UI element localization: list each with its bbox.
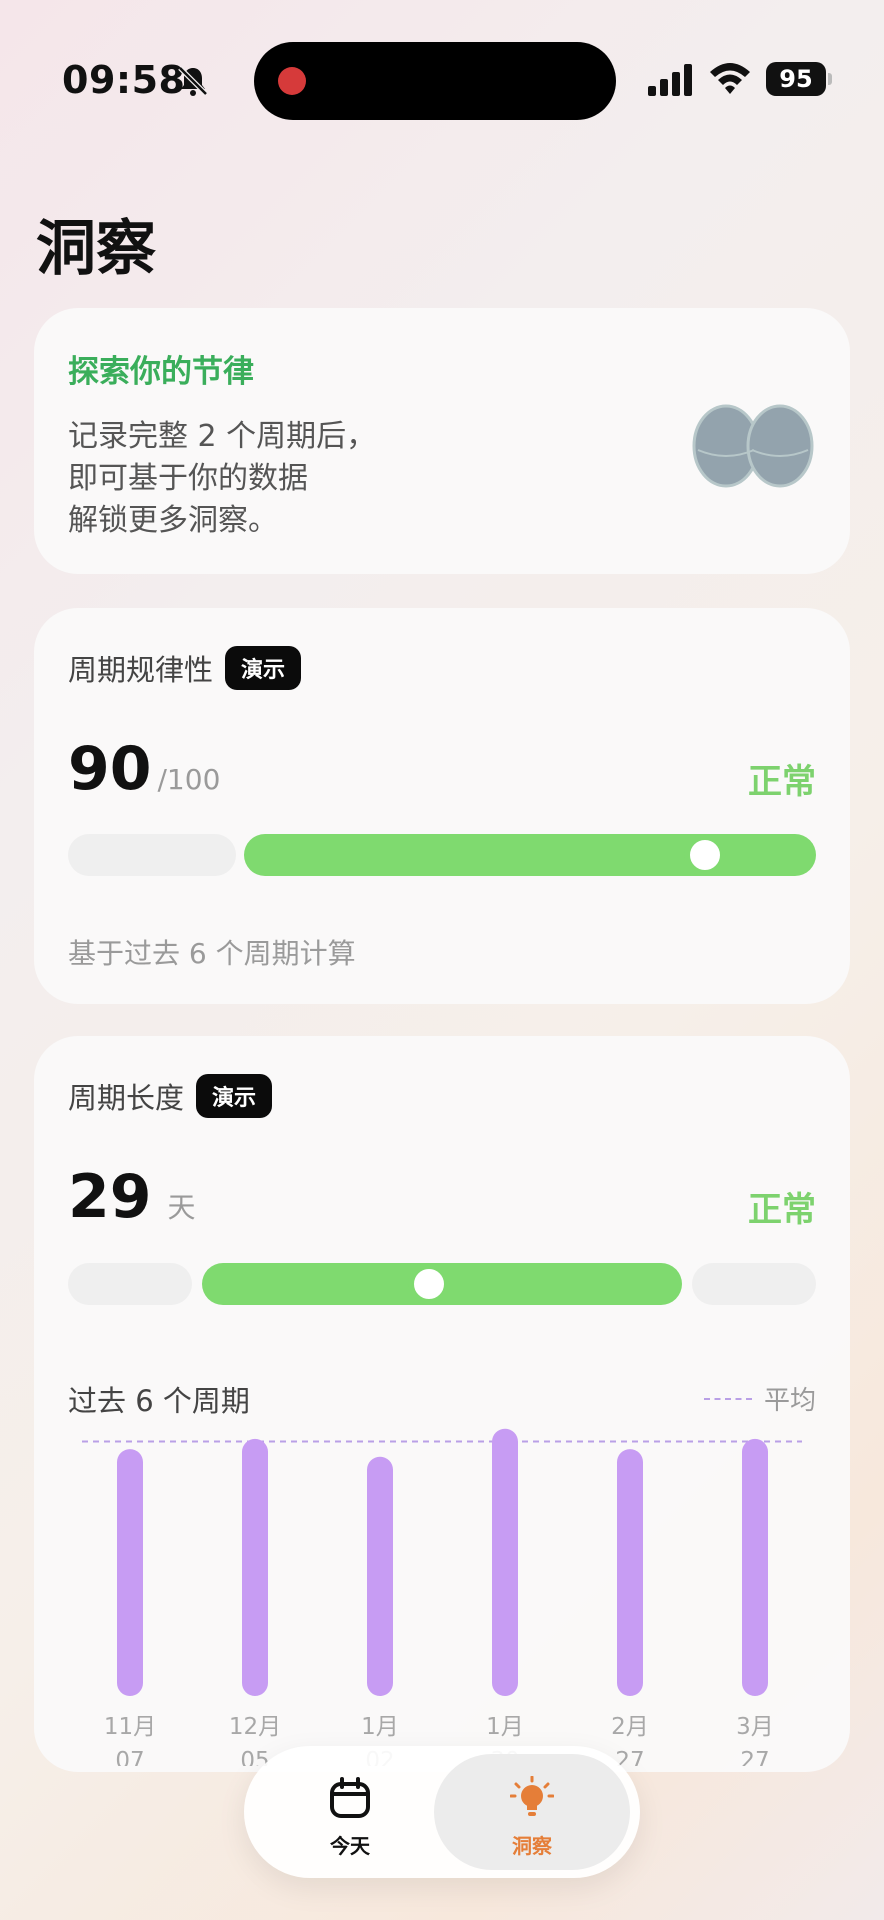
cycle-length-status: 正常	[748, 1190, 816, 1230]
chart-bar[interactable]	[242, 1438, 268, 1696]
cycle-length-value: 29	[68, 1162, 152, 1232]
x-tick-month: 1月	[486, 1714, 524, 1740]
calendar-icon	[330, 1777, 370, 1818]
wifi-icon	[710, 63, 750, 94]
tab-insight-label: 洞察	[512, 1834, 552, 1858]
regularity-score: 90 /100	[68, 734, 220, 804]
regularity-label: 周期规律性	[68, 653, 214, 687]
regularity-note: 基于过去 6 个周期计算	[68, 937, 356, 970]
x-tick-month: 12月	[229, 1714, 281, 1740]
battery-level: 95	[766, 62, 826, 96]
chart-title: 过去 6 个周期	[68, 1384, 250, 1418]
chart-bar[interactable]	[492, 1428, 518, 1696]
signal-icon	[648, 64, 692, 96]
regularity-status: 正常	[748, 762, 816, 802]
demo-badge: 演示	[225, 646, 302, 690]
lightbulb-icon	[510, 1776, 554, 1816]
chart-bar[interactable]	[742, 1438, 768, 1696]
status-bar: 09:58 95	[0, 0, 884, 160]
explore-card[interactable]: 探索你的节律 记录完整 2 个周期后， 即可基于你的数据 解锁更多洞察。	[34, 308, 850, 574]
explore-description: 记录完整 2 个周期后， 即可基于你的数据 解锁更多洞察。	[68, 419, 377, 538]
chart-bar[interactable]	[617, 1449, 643, 1696]
chart-bar[interactable]	[367, 1456, 393, 1696]
chart-legend: 平均	[703, 1380, 816, 1417]
cycle-length-indicator	[408, 1263, 450, 1305]
cycle-length-chart: 11月0712月051月021月302月273月27	[82, 1428, 802, 1766]
x-tick-day: 27	[615, 1748, 644, 1766]
cycle-length-label: 周期长度	[68, 1081, 185, 1115]
demo-badge: 演示	[196, 1074, 273, 1118]
battery-tip	[828, 73, 832, 85]
regularity-track-low	[68, 834, 236, 876]
regularity-card[interactable]: 周期规律性 演示 90 /100 正常 基于过去 6 个周期计算	[34, 608, 850, 1004]
x-tick-month: 3月	[736, 1714, 774, 1740]
tab-bar: 今天 洞察	[244, 1746, 640, 1878]
tab-today[interactable]: 今天	[252, 1754, 448, 1870]
regularity-header: 周期规律性 演示	[68, 646, 302, 690]
explore-title: 探索你的节律	[68, 354, 254, 390]
cycle-length-track-short	[68, 1263, 192, 1305]
regularity-track-normal	[244, 834, 816, 876]
x-tick-day: 27	[740, 1748, 769, 1766]
recording-indicator	[278, 67, 306, 95]
cycle-length-track-long	[692, 1263, 816, 1305]
eggs-icon	[692, 404, 814, 488]
x-tick-month: 11月	[104, 1714, 156, 1740]
regularity-value: 90	[68, 734, 152, 804]
x-tick-day: 07	[115, 1748, 144, 1766]
cycle-length-header: 周期长度 演示	[68, 1074, 273, 1118]
tab-insight[interactable]: 洞察	[434, 1754, 630, 1870]
regularity-unit: /100	[157, 763, 221, 796]
tab-today-label: 今天	[330, 1834, 370, 1858]
status-time: 09:58	[62, 58, 186, 102]
bell-slash-icon	[178, 66, 208, 96]
dynamic-island	[254, 42, 616, 120]
regularity-indicator	[684, 834, 726, 876]
chart-bar[interactable]	[117, 1449, 143, 1696]
cycle-length-card[interactable]: 周期长度 演示 29 天 正常 过去 6 个周期 平均 11月 07 12月 05 1月…	[34, 1036, 850, 1772]
x-tick-month: 2月	[611, 1714, 649, 1740]
page-title: 洞察	[36, 214, 156, 284]
x-tick-month: 1月	[361, 1714, 399, 1740]
cycle-length-unit: 天	[167, 1191, 196, 1224]
cycle-length-value-group: 29 天	[68, 1162, 196, 1232]
legend-dashed-line	[703, 1397, 752, 1400]
legend-label: 平均	[763, 1386, 816, 1416]
